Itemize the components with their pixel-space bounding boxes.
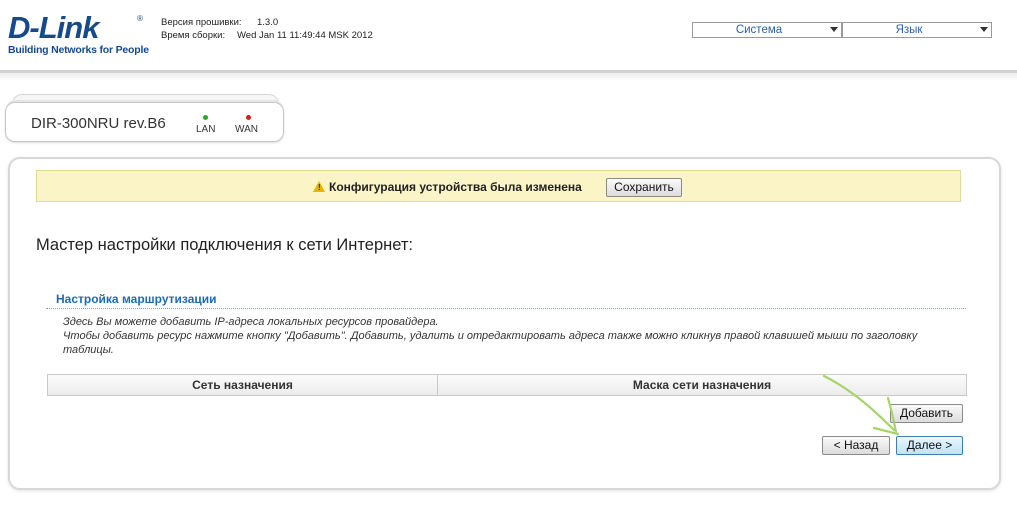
annotation-arrow-icon — [822, 374, 900, 436]
logo-wordmark: D-Link — [8, 10, 99, 45]
device-status-tab: DIR-300NRU rev.B6 LAN WAN — [5, 102, 284, 142]
logo-registered-mark: ® — [137, 14, 143, 23]
system-menu-dropdown[interactable]: Система — [692, 22, 842, 38]
save-button[interactable]: Сохранить — [606, 178, 682, 197]
description-line-2: Чтобы добавить ресурс нажмите кнопку "До… — [63, 330, 918, 356]
chevron-down-icon — [830, 27, 838, 32]
header-shadow — [0, 73, 1017, 81]
header: D-Link ® Building Networks for People Ве… — [0, 0, 1017, 72]
section-description: Здесь Вы можете добавить IP-адреса локал… — [63, 315, 953, 357]
notice-text: Конфигурация устройства была изменена — [329, 180, 582, 194]
build-time-label: Время сборки: — [161, 30, 226, 41]
lan-status-led-icon — [203, 115, 208, 120]
system-menu-label: Система — [735, 24, 783, 36]
build-time-value: Wed Jan 11 11:49:44 MSK 2012 — [237, 30, 373, 41]
wan-indicator-label: WAN — [235, 124, 258, 135]
wan-status-led-icon — [246, 115, 251, 120]
dlink-logo: D-Link ® Building Networks for People — [8, 10, 149, 58]
annotation-arrow-shaft — [822, 374, 896, 432]
section-title-routing: Настройка маршрутизации — [56, 292, 217, 306]
config-changed-notice: ! Конфигурация устройства была изменена … — [36, 170, 961, 202]
firmware-info: Версия прошивки: 1.3.0 Время сборки: Wed J… — [161, 16, 373, 42]
language-menu-dropdown[interactable]: Язык — [842, 22, 992, 38]
section-divider — [46, 308, 966, 309]
logo-tagline: Building Networks for People — [8, 44, 149, 56]
device-model-name: DIR-300NRU rev.B6 — [31, 115, 166, 132]
warning-icon: ! — [313, 181, 325, 192]
firmware-version-value: 1.3.0 — [257, 17, 279, 28]
lan-indicator-label: LAN — [196, 124, 216, 135]
firmware-version-label: Версия прошивки: — [161, 17, 242, 28]
chevron-down-icon — [980, 27, 988, 32]
language-menu-label: Язык — [895, 24, 923, 36]
column-header-destination-network[interactable]: Сеть назначения — [48, 375, 437, 395]
wizard-title: Мастер настройки подключения к сети Инте… — [36, 236, 414, 254]
description-line-1: Здесь Вы можете добавить IP-адреса локал… — [63, 316, 439, 328]
